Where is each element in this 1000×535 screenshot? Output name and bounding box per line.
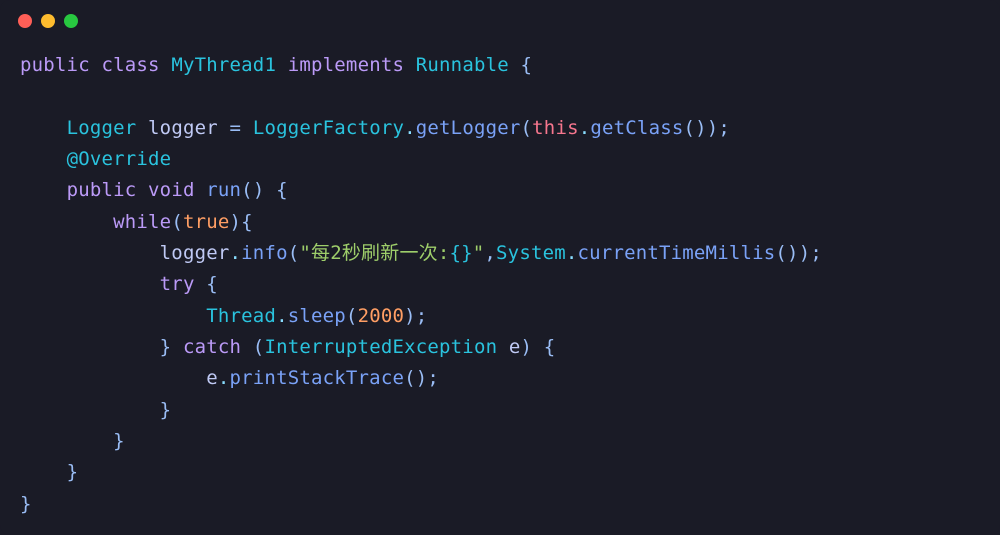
ident-logger: logger bbox=[148, 117, 218, 139]
method-getclass: getClass bbox=[590, 117, 683, 139]
paren: ( bbox=[171, 211, 183, 233]
annotation-override: @Override bbox=[67, 148, 172, 170]
keyword-void: void bbox=[148, 179, 195, 201]
method-run: run bbox=[206, 179, 241, 201]
paren: ( bbox=[253, 336, 265, 358]
keyword-class: class bbox=[101, 54, 159, 76]
dot: . bbox=[404, 117, 416, 139]
keyword-public: public bbox=[67, 179, 137, 201]
method-getlogger: getLogger bbox=[416, 117, 521, 139]
dot: . bbox=[566, 242, 578, 264]
class-name: MyThread1 bbox=[171, 54, 276, 76]
brace: { bbox=[544, 336, 556, 358]
semicolon: ; bbox=[416, 305, 428, 327]
brace: { bbox=[206, 273, 218, 295]
ident-e: e bbox=[206, 367, 218, 389]
minimize-icon[interactable] bbox=[41, 14, 55, 28]
brace: } bbox=[160, 336, 172, 358]
paren: ) bbox=[521, 336, 533, 358]
comma: , bbox=[484, 242, 496, 264]
close-icon[interactable] bbox=[18, 14, 32, 28]
dot: . bbox=[230, 242, 242, 264]
window-titlebar bbox=[0, 0, 1000, 32]
semicolon: ; bbox=[427, 367, 439, 389]
line: public class MyThread1 implements Runnab… bbox=[20, 54, 532, 76]
semicolon: ; bbox=[810, 242, 822, 264]
code-block: public class MyThread1 implements Runnab… bbox=[0, 32, 1000, 520]
keyword-catch: catch bbox=[183, 336, 241, 358]
method-info: info bbox=[241, 242, 288, 264]
paren: ( bbox=[404, 367, 416, 389]
literal-2000: 2000 bbox=[358, 305, 405, 327]
keyword-while: while bbox=[113, 211, 171, 233]
paren: ) bbox=[416, 367, 428, 389]
type-logger: Logger bbox=[67, 117, 137, 139]
paren: ( bbox=[241, 179, 253, 201]
paren: ( bbox=[684, 117, 696, 139]
keyword-implements: implements bbox=[288, 54, 404, 76]
paren: ) bbox=[404, 305, 416, 327]
keyword-try: try bbox=[160, 273, 195, 295]
semicolon: ; bbox=[718, 117, 730, 139]
dot: . bbox=[218, 367, 230, 389]
string-quote: " bbox=[299, 242, 311, 264]
equals: = bbox=[230, 117, 242, 139]
brace: } bbox=[67, 461, 79, 483]
brace: } bbox=[113, 430, 125, 452]
brace: } bbox=[20, 493, 32, 515]
method-printstacktrace: printStackTrace bbox=[230, 367, 405, 389]
string-body: 每2秒刷新一次: bbox=[311, 242, 449, 264]
interface-name: Runnable bbox=[416, 54, 509, 76]
paren: ) bbox=[695, 117, 707, 139]
maximize-icon[interactable] bbox=[64, 14, 78, 28]
paren: ( bbox=[288, 242, 300, 264]
string-placeholder: {} bbox=[449, 242, 472, 264]
brace: { bbox=[241, 211, 253, 233]
brace: { bbox=[276, 179, 288, 201]
paren: ) bbox=[799, 242, 811, 264]
paren: ) bbox=[230, 211, 242, 233]
brace: { bbox=[521, 54, 533, 76]
brace: } bbox=[160, 399, 172, 421]
dot: . bbox=[276, 305, 288, 327]
paren: ( bbox=[775, 242, 787, 264]
keyword-this: this bbox=[532, 117, 579, 139]
ident-logger: logger bbox=[160, 242, 230, 264]
code-window: public class MyThread1 implements Runnab… bbox=[0, 0, 1000, 535]
literal-true: true bbox=[183, 211, 230, 233]
paren: ) bbox=[787, 242, 799, 264]
method-sleep: sleep bbox=[288, 305, 346, 327]
dot: . bbox=[579, 117, 591, 139]
ident-e: e bbox=[509, 336, 521, 358]
paren: ) bbox=[253, 179, 265, 201]
paren: ) bbox=[707, 117, 719, 139]
string-quote: " bbox=[473, 242, 485, 264]
type-interruptedexception: InterruptedException bbox=[264, 336, 497, 358]
paren: ( bbox=[346, 305, 358, 327]
type-system: System bbox=[496, 242, 566, 264]
type-thread: Thread bbox=[206, 305, 276, 327]
type-loggerfactory: LoggerFactory bbox=[253, 117, 404, 139]
keyword-public: public bbox=[20, 54, 90, 76]
paren: ( bbox=[521, 117, 533, 139]
method-currenttimemillis: currentTimeMillis bbox=[578, 242, 776, 264]
